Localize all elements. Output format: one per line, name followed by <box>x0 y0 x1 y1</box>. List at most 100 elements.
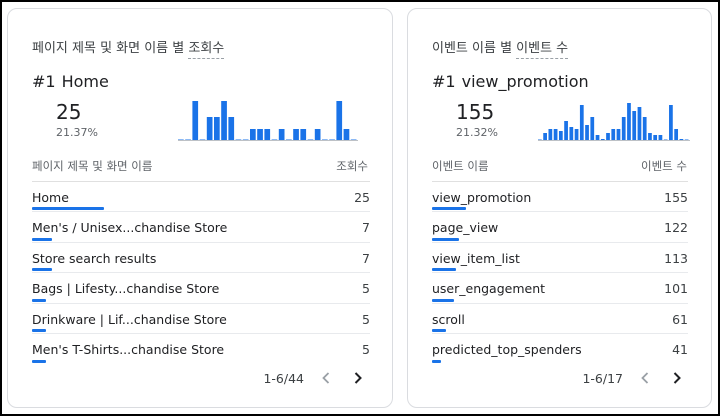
row-value: 41 <box>672 341 688 357</box>
page-range: 1-6/44 <box>263 370 304 386</box>
metric-selector[interactable]: 조회수 <box>188 41 225 59</box>
row-share-bar <box>432 237 459 241</box>
sparkline-bar <box>300 129 307 141</box>
sparkline-bar <box>564 121 568 141</box>
sparkline-bar <box>228 117 235 141</box>
table-row[interactable]: view_item_list 113 <box>432 243 688 274</box>
table-row[interactable]: scroll 61 <box>432 304 688 334</box>
top-item-name: Home <box>61 72 109 91</box>
top-item-name: view_promotion <box>461 72 589 91</box>
row-label: Store search results <box>32 250 157 266</box>
row-value: 101 <box>664 281 688 297</box>
row-share-bar <box>432 268 457 272</box>
table-row[interactable]: user_engagement 101 <box>432 273 688 304</box>
row-share-bar <box>32 328 47 332</box>
chevron-right-icon[interactable] <box>348 368 368 388</box>
sparkline-chart <box>538 103 690 141</box>
table-row[interactable]: Drinkware | Lif...chandise Store 5 <box>32 304 370 334</box>
pagination: 1-6/44 <box>263 368 368 388</box>
column-header-name: 이벤트 이름 <box>432 159 489 173</box>
sparkline-bar <box>574 129 579 141</box>
pagination: 1-6/17 <box>582 368 687 388</box>
row-value: 25 <box>354 190 370 205</box>
table-row[interactable]: predicted_top_spenders 41 <box>432 334 688 364</box>
row-value: 7 <box>362 220 370 236</box>
sparkline-bar <box>553 129 558 141</box>
sparkline-bar <box>214 117 220 141</box>
sparkline-bar <box>642 117 647 141</box>
data-table: view_promotion 155 page_view 122 view_item_l… <box>432 182 688 364</box>
row-share-bar <box>432 207 466 211</box>
table-row[interactable]: Store search results 7 <box>32 243 370 274</box>
row-value: 122 <box>664 220 688 236</box>
top-item: #1 Home <box>32 72 109 91</box>
top-rank: #1 <box>32 72 56 91</box>
column-header-value: 이벤트 수 <box>641 159 687 173</box>
chevron-right-icon[interactable] <box>667 368 687 388</box>
table-row[interactable]: page_view 122 <box>432 212 688 243</box>
page-range: 1-6/17 <box>582 370 623 386</box>
chevron-left-icon[interactable] <box>316 368 336 388</box>
sparkline-bar <box>569 127 574 141</box>
row-label: user_engagement <box>432 281 546 297</box>
top-item-percent: 21.32% <box>456 126 498 139</box>
row-label: Drinkware | Lif...chandise Store <box>32 311 227 327</box>
sparkline-bar <box>606 133 610 141</box>
row-value: 155 <box>664 190 688 205</box>
column-header-value: 조회수 <box>336 159 368 173</box>
chevron-left-icon[interactable] <box>635 368 655 388</box>
row-label: view_promotion <box>432 190 532 205</box>
top-item-value: 25 <box>56 100 82 124</box>
card-title: 페이지 제목 및 화면 이름 별 조회수 <box>32 37 225 59</box>
sparkline-bar <box>257 129 263 141</box>
sparkline-bar <box>590 117 595 141</box>
sparkline-bar <box>543 133 547 141</box>
table-row[interactable]: view_promotion 155 <box>432 182 688 213</box>
table-row[interactable]: Men's T-Shirts...chandise Store 5 <box>32 334 370 364</box>
row-label: predicted_top_spenders <box>432 341 582 357</box>
top-item-percent: 21.37% <box>56 126 98 139</box>
top-item: #1 view_promotion <box>432 72 589 91</box>
row-value: 113 <box>664 250 688 266</box>
sparkline-bar <box>585 125 589 141</box>
table-row[interactable]: Men's / Unisex...chandise Store 7 <box>32 212 370 243</box>
sparkline-bar <box>621 117 626 141</box>
sparkline-bar <box>674 129 679 141</box>
row-value: 61 <box>672 311 688 327</box>
sparkline-bar <box>206 117 213 141</box>
event-count-card: 이벤트 이름 별 이벤트 수 #1 view_promotion 155 21.3… <box>407 8 712 408</box>
row-share-bar <box>432 328 446 332</box>
sparkline-bar <box>648 133 652 141</box>
sparkline-chart <box>178 101 358 141</box>
row-share-bar <box>32 298 47 302</box>
sparkline-bar <box>278 129 285 141</box>
data-table: Home 25 Men's / Unisex...chandise Store 7 St… <box>32 182 370 364</box>
sparkline-bar <box>669 105 673 141</box>
row-label: page_view <box>432 220 499 236</box>
sparkline-bar <box>250 129 256 141</box>
row-share-bar <box>32 360 47 364</box>
page-views-card: 페이지 제목 및 화면 이름 별 조회수 #1 Home 25 21.37% 페이… <box>7 8 393 408</box>
row-value: 5 <box>362 281 370 297</box>
sparkline-bar <box>343 129 350 141</box>
card-title-dimension: 페이지 제목 및 화면 이름 별 <box>32 41 185 56</box>
row-value: 7 <box>362 250 370 266</box>
sparkline-bar <box>637 107 642 141</box>
sparkline-bar <box>293 129 299 141</box>
table-row[interactable]: Bags | Lifesty...chandise Store 5 <box>32 273 370 304</box>
sparkline-bar <box>336 101 343 141</box>
top-item-value: 155 <box>456 100 495 124</box>
sparkline-bar <box>558 131 563 141</box>
row-label: Bags | Lifesty...chandise Store <box>32 281 220 297</box>
card-title: 이벤트 이름 별 이벤트 수 <box>432 37 569 59</box>
row-label: scroll <box>432 311 465 327</box>
metric-selector[interactable]: 이벤트 수 <box>516 41 569 59</box>
row-share-bar <box>432 298 455 302</box>
table-row[interactable]: Home 25 <box>32 182 370 213</box>
row-label: Men's / Unisex...chandise Store <box>32 220 228 236</box>
sparkline-bar <box>314 129 321 141</box>
sparkline-bar <box>192 101 199 141</box>
top-rank: #1 <box>432 72 456 91</box>
row-share-bar <box>432 360 442 364</box>
row-value: 5 <box>362 311 370 327</box>
